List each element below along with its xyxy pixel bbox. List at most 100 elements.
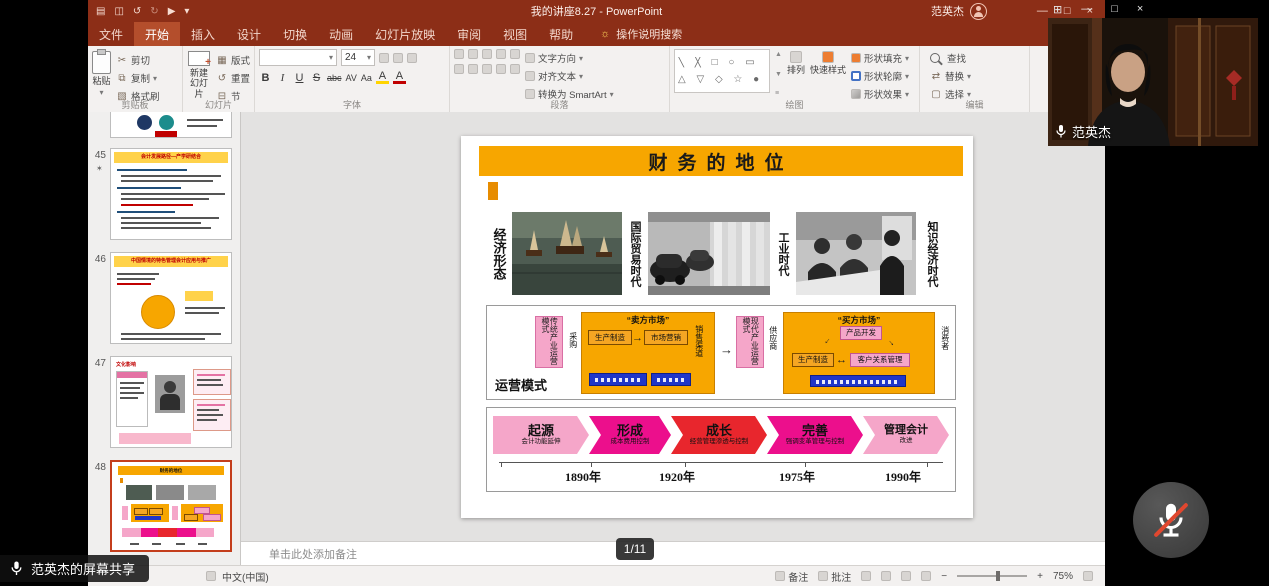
tab-insert[interactable]: 插入 xyxy=(180,22,226,46)
produce-box[interactable]: 生产制造 xyxy=(792,353,834,367)
tab-slideshow[interactable]: 幻灯片放映 xyxy=(364,22,446,46)
mute-microphone-button[interactable] xyxy=(1133,482,1209,558)
thumbnail-slide-47[interactable]: 文化影响 xyxy=(110,356,232,448)
slide-editing-area[interactable]: 财务的地位 经济形态 xyxy=(241,112,1105,541)
text-shadow-button[interactable]: S xyxy=(310,72,323,84)
knowledge-era-image[interactable] xyxy=(796,212,916,295)
decrease-indent-icon[interactable] xyxy=(482,49,492,59)
save-icon[interactable]: ◫ xyxy=(114,6,123,17)
bold-button[interactable]: B xyxy=(259,72,272,84)
operation-mode-section[interactable]: 运营模式 传统产业运营模式 采购 “卖方市场” 生产制造 → 市场营销 销售渠道 xyxy=(486,305,956,400)
product-dev-box[interactable]: 产品开发 xyxy=(840,326,882,340)
font-name-combo[interactable]: ▾ xyxy=(259,49,337,66)
crm-box[interactable]: 客户关系管理 xyxy=(850,353,910,367)
buyer-market-box[interactable]: “买方市场” 产品开发 → → 生产制造 ↔ 客户关系管理 xyxy=(783,312,935,394)
character-spacing-button[interactable]: AV xyxy=(346,73,357,83)
bullets-icon[interactable] xyxy=(454,49,464,59)
copy-button[interactable]: ⧉ 复制 ▾ xyxy=(116,71,160,85)
strikethrough-button[interactable]: abc xyxy=(327,73,342,83)
zoom-in-button[interactable]: + xyxy=(1037,571,1043,582)
stage-maturity[interactable]: 完善 强调变革管理与控制 xyxy=(767,416,863,454)
shape-fill-button[interactable]: 形状填充 ▾ xyxy=(851,51,909,65)
clear-formatting-icon[interactable] xyxy=(407,53,417,63)
new-slide-button[interactable]: 新建 幻灯片 xyxy=(187,49,211,99)
stage-management-accounting[interactable]: 管理会计 改进 xyxy=(863,416,949,454)
gallery-down-icon[interactable]: ▼ xyxy=(775,71,782,78)
shapes-gallery-scroll[interactable]: ▲ ▼ ≡ xyxy=(775,49,782,99)
slide-sorter-view-icon[interactable] xyxy=(881,571,891,581)
zoom-level[interactable]: 75% xyxy=(1053,571,1073,582)
procurement-label[interactable]: 采购 xyxy=(568,332,577,348)
italic-button[interactable]: I xyxy=(276,72,289,84)
tab-help[interactable]: 帮助 xyxy=(538,22,584,46)
start-slideshow-icon[interactable]: ▶ xyxy=(168,6,176,17)
increase-indent-icon[interactable] xyxy=(496,49,506,59)
shapes-gallery[interactable]: ╲ ╳ □ ○ ▭ △ ▽ ◇ ☆ ● xyxy=(674,49,770,93)
thumbnail-slide-46[interactable]: 中国情境的特色管理会计应用与推广 xyxy=(110,252,232,344)
consumer-label[interactable]: 消费者 xyxy=(940,326,949,350)
close-icon[interactable]: × xyxy=(1137,3,1143,15)
align-text-button[interactable]: 对齐文本 ▾ xyxy=(525,69,614,83)
zoom-slider-knob[interactable] xyxy=(996,571,1000,581)
align-right-icon[interactable] xyxy=(482,64,492,74)
webcam-video[interactable]: 范英杰 xyxy=(1048,18,1258,146)
change-case-button[interactable]: Aa xyxy=(361,73,372,83)
justify-icon[interactable] xyxy=(496,64,506,74)
stage-formation[interactable]: 形成 成本费用控制 xyxy=(589,416,671,454)
qat-dropdown-icon[interactable]: ▾ xyxy=(184,6,189,17)
layout-button[interactable]: ▦ 版式 xyxy=(216,53,250,67)
timeline-section[interactable]: 起源 会计功能延伸 形成 成本费用控制 成长 经营管理渗透与控制 xyxy=(486,407,956,492)
industrial-era-image[interactable] xyxy=(648,212,770,295)
arrange-button[interactable]: 排列 xyxy=(787,49,805,99)
notes-toggle-button[interactable]: 备注 xyxy=(775,569,808,584)
normal-view-icon[interactable] xyxy=(861,571,871,581)
thumbnail-slide-48-selected[interactable]: 财务的地位 xyxy=(110,460,232,552)
modern-mode-box[interactable]: 现代产业运营模式 xyxy=(736,316,764,368)
gallery-more-icon[interactable]: ≡ xyxy=(775,90,782,97)
spellcheck-icon[interactable] xyxy=(206,571,216,581)
seller-blue-bar[interactable] xyxy=(589,373,647,386)
zoom-slider[interactable] xyxy=(957,575,1027,577)
maximize-icon[interactable]: □ xyxy=(1111,3,1118,15)
slide-thumbnail-panel[interactable]: 45 ✶ 会计发展路径—产学研结合 46 中国情境的特色管理会计应用与推广 xyxy=(88,112,241,566)
stage-origin[interactable]: 起源 会计功能延伸 xyxy=(493,416,589,454)
era-label-industrial[interactable]: 工业时代 xyxy=(772,212,794,295)
comments-toggle-button[interactable]: 批注 xyxy=(818,569,851,584)
ppt-minimize-icon[interactable]: — xyxy=(1037,5,1048,17)
econ-form-label[interactable]: 经济形态 xyxy=(488,212,510,295)
tell-me-search[interactable]: ☼ 操作说明搜索 xyxy=(600,22,682,46)
marketing-box[interactable]: 市场营销 xyxy=(644,330,688,345)
line-spacing-icon[interactable] xyxy=(510,49,520,59)
era-label-trade[interactable]: 国际贸易时代 xyxy=(624,212,646,295)
view-grid-icon[interactable]: ⊞ xyxy=(1053,3,1062,16)
quick-styles-button[interactable]: 快速样式 xyxy=(810,49,846,99)
underline-button[interactable]: U xyxy=(293,72,306,84)
notes-pane[interactable]: 单击此处添加备注 xyxy=(241,541,1105,566)
columns-icon[interactable] xyxy=(510,64,520,74)
tab-transitions[interactable]: 切换 xyxy=(272,22,318,46)
paste-button[interactable]: 粘贴 ▾ xyxy=(92,49,111,99)
sales-channel-label[interactable]: 销售渠道 xyxy=(694,325,703,357)
slide-canvas[interactable]: 财务的地位 经济形态 xyxy=(461,136,973,518)
era-label-knowledge[interactable]: 知识经济时代 xyxy=(918,212,946,295)
slide-title-banner[interactable]: 财务的地位 xyxy=(479,146,963,176)
fit-slide-icon[interactable] xyxy=(1083,571,1093,581)
tab-animations[interactable]: 动画 xyxy=(318,22,364,46)
text-direction-button[interactable]: 文字方向 ▾ xyxy=(525,51,614,65)
gallery-up-icon[interactable]: ▲ xyxy=(775,51,782,58)
zoom-out-button[interactable]: − xyxy=(941,571,947,582)
tab-file[interactable]: 文件 xyxy=(88,22,134,46)
tab-view[interactable]: 视图 xyxy=(492,22,538,46)
redo-icon[interactable]: ↻ xyxy=(150,6,158,17)
seller-market-box[interactable]: “卖方市场” 生产制造 → 市场营销 销售渠道 xyxy=(581,312,715,394)
slideshow-view-icon[interactable] xyxy=(921,571,931,581)
undo-icon[interactable]: ↺ xyxy=(133,6,141,17)
align-center-icon[interactable] xyxy=(468,64,478,74)
shape-outline-button[interactable]: 形状轮廓 ▾ xyxy=(851,69,909,83)
app-menu-icon[interactable]: ▤ xyxy=(96,6,105,17)
numbering-icon[interactable] xyxy=(468,49,478,59)
highlight-color-button[interactable]: A xyxy=(376,71,389,84)
align-left-icon[interactable] xyxy=(454,64,464,74)
decrease-font-icon[interactable] xyxy=(393,53,403,63)
font-color-button[interactable]: A xyxy=(393,71,406,84)
